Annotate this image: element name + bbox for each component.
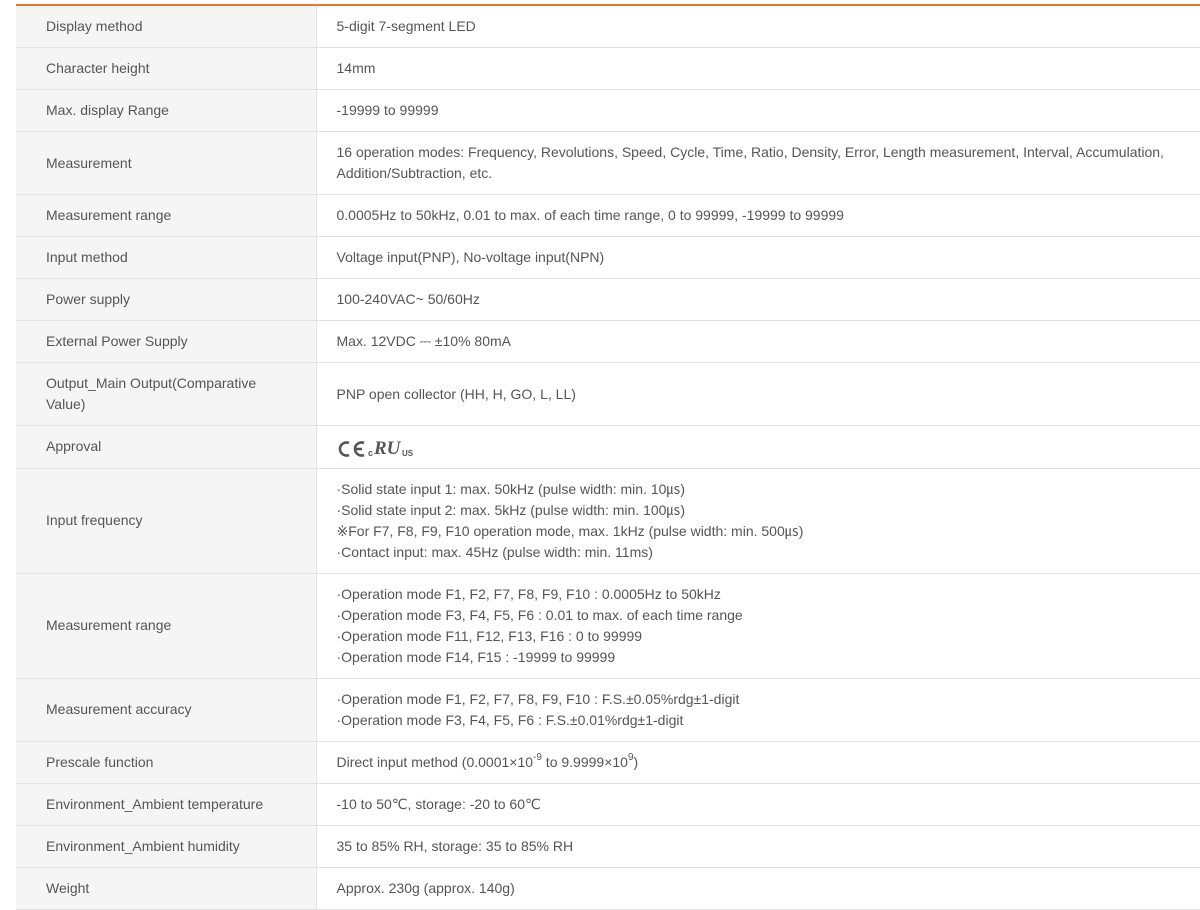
value-line: ※For F7, F8, F9, F10 operation mode, max… xyxy=(336,522,804,539)
table-row: External Power Supply Max. 12VDC ⎓ ±10% … xyxy=(16,320,1200,363)
table-row: Approval c RU US xyxy=(16,425,1200,469)
row-value: Direct input method (0.0001×10-9 to 9.99… xyxy=(316,741,1200,784)
row-value: ·Operation mode F1, F2, F7, F8, F9, F10 … xyxy=(316,678,1200,742)
row-value: 0.0005Hz to 50kHz, 0.01 to max. of each … xyxy=(316,194,1200,237)
ce-mark-icon xyxy=(338,441,364,457)
value-line: ·Solid state input 2: max. 5kHz (pulse w… xyxy=(336,501,686,518)
row-label: Measurement range xyxy=(16,573,317,679)
spec-table: Display method 5-digit 7-segment LED Cha… xyxy=(16,6,1200,910)
row-value: Voltage input(PNP), No-voltage input(NPN… xyxy=(316,236,1200,279)
row-value: Max. 12VDC ⎓ ±10% 80mA xyxy=(316,320,1200,363)
row-label: Weight xyxy=(16,867,317,910)
row-label: Measurement range xyxy=(16,194,317,237)
row-value: ·Solid state input 1: max. 50kHz (pulse … xyxy=(316,468,1200,574)
value-line: ·Operation mode F3, F4, F5, F6 : 0.01 to… xyxy=(336,606,743,623)
prescale-exponent-min: -9 xyxy=(533,752,542,764)
table-row: Input frequency ·Solid state input 1: ma… xyxy=(16,468,1200,574)
value-line: ·Contact input: max. 45Hz (pulse width: … xyxy=(336,543,653,560)
row-value: -10 to 50℃, storage: -20 to 60℃ xyxy=(316,783,1200,826)
row-value: Approx. 230g (approx. 140g) xyxy=(316,867,1200,910)
svg-text:RU: RU xyxy=(373,438,402,458)
row-label: Power supply xyxy=(16,278,317,321)
row-label: Approval xyxy=(16,425,317,469)
row-label: Measurement accuracy xyxy=(16,678,317,742)
row-label: Environment_Ambient humidity xyxy=(16,825,317,868)
table-row: Measurement 16 operation modes: Frequenc… xyxy=(16,131,1200,195)
value-line: ·Solid state input 1: max. 50kHz (pulse … xyxy=(336,480,686,497)
row-label: Max. display Range xyxy=(16,89,317,132)
value-line: ·Operation mode F1, F2, F7, F8, F9, F10 … xyxy=(336,585,721,602)
value-line: ·Operation mode F3, F4, F5, F6 : F.S.±0.… xyxy=(336,711,684,728)
row-value: 16 operation modes: Frequency, Revolutio… xyxy=(316,131,1200,195)
prescale-text-pre: Direct input method (0.0001×10 xyxy=(336,753,534,770)
row-value: ·Operation mode F1, F2, F7, F8, F9, F10 … xyxy=(316,573,1200,679)
row-value: PNP open collector (HH, H, GO, L, LL) xyxy=(316,362,1200,426)
prescale-text-mid: to 9.9999×10 xyxy=(541,753,628,770)
row-value: c RU US xyxy=(316,425,1200,469)
row-value: 5-digit 7-segment LED xyxy=(316,6,1200,48)
row-label: Input frequency xyxy=(16,468,317,574)
row-label: Environment_Ambient temperature xyxy=(16,783,317,826)
row-label: Character height xyxy=(16,47,317,90)
table-row: Environment_Ambient humidity 35 to 85% R… xyxy=(16,825,1200,868)
value-line: ·Operation mode F14, F15 : -19999 to 999… xyxy=(336,648,616,665)
svg-text:US: US xyxy=(402,449,414,458)
row-label: External Power Supply xyxy=(16,320,317,363)
table-row: Measurement range ·Operation mode F1, F2… xyxy=(16,573,1200,679)
table-row: Measurement accuracy ·Operation mode F1,… xyxy=(16,678,1200,742)
row-label: Prescale function xyxy=(16,741,317,784)
row-label: Input method xyxy=(16,236,317,279)
table-row: Environment_Ambient temperature -10 to 5… xyxy=(16,783,1200,826)
row-label: Measurement xyxy=(16,131,317,195)
row-label: Display method xyxy=(16,6,317,48)
value-line: ·Operation mode F1, F2, F7, F8, F9, F10 … xyxy=(336,690,740,707)
table-row: Input method Voltage input(PNP), No-volt… xyxy=(16,236,1200,279)
row-label: Output_Main Output(Comparative Value) xyxy=(16,362,317,426)
table-row: Display method 5-digit 7-segment LED xyxy=(16,6,1200,48)
row-value: 14mm xyxy=(316,47,1200,90)
table-row: Character height 14mm xyxy=(16,47,1200,90)
table-row: Prescale function Direct input method (0… xyxy=(16,741,1200,784)
table-row: Weight Approx. 230g (approx. 140g) xyxy=(16,867,1200,910)
value-line: ·Operation mode F11, F12, F13, F16 : 0 t… xyxy=(336,627,643,644)
prescale-exponent-max: 9 xyxy=(627,752,634,764)
row-value: 35 to 85% RH, storage: 35 to 85% RH xyxy=(316,825,1200,868)
certification-marks: c RU US xyxy=(337,437,426,458)
culus-mark-icon: c RU US xyxy=(368,438,414,458)
spec-sheet: Display method 5-digit 7-segment LED Cha… xyxy=(16,4,1200,910)
row-value: 100-240VAC~ 50/60Hz xyxy=(316,278,1200,321)
prescale-text-post: ) xyxy=(633,753,639,770)
table-row: Measurement range 0.0005Hz to 50kHz, 0.0… xyxy=(16,194,1200,237)
table-row: Output_Main Output(Comparative Value) PN… xyxy=(16,362,1200,426)
table-row: Power supply 100-240VAC~ 50/60Hz xyxy=(16,278,1200,321)
table-row: Max. display Range -19999 to 99999 xyxy=(16,89,1200,132)
svg-text:c: c xyxy=(368,448,373,458)
row-value: -19999 to 99999 xyxy=(316,89,1200,132)
